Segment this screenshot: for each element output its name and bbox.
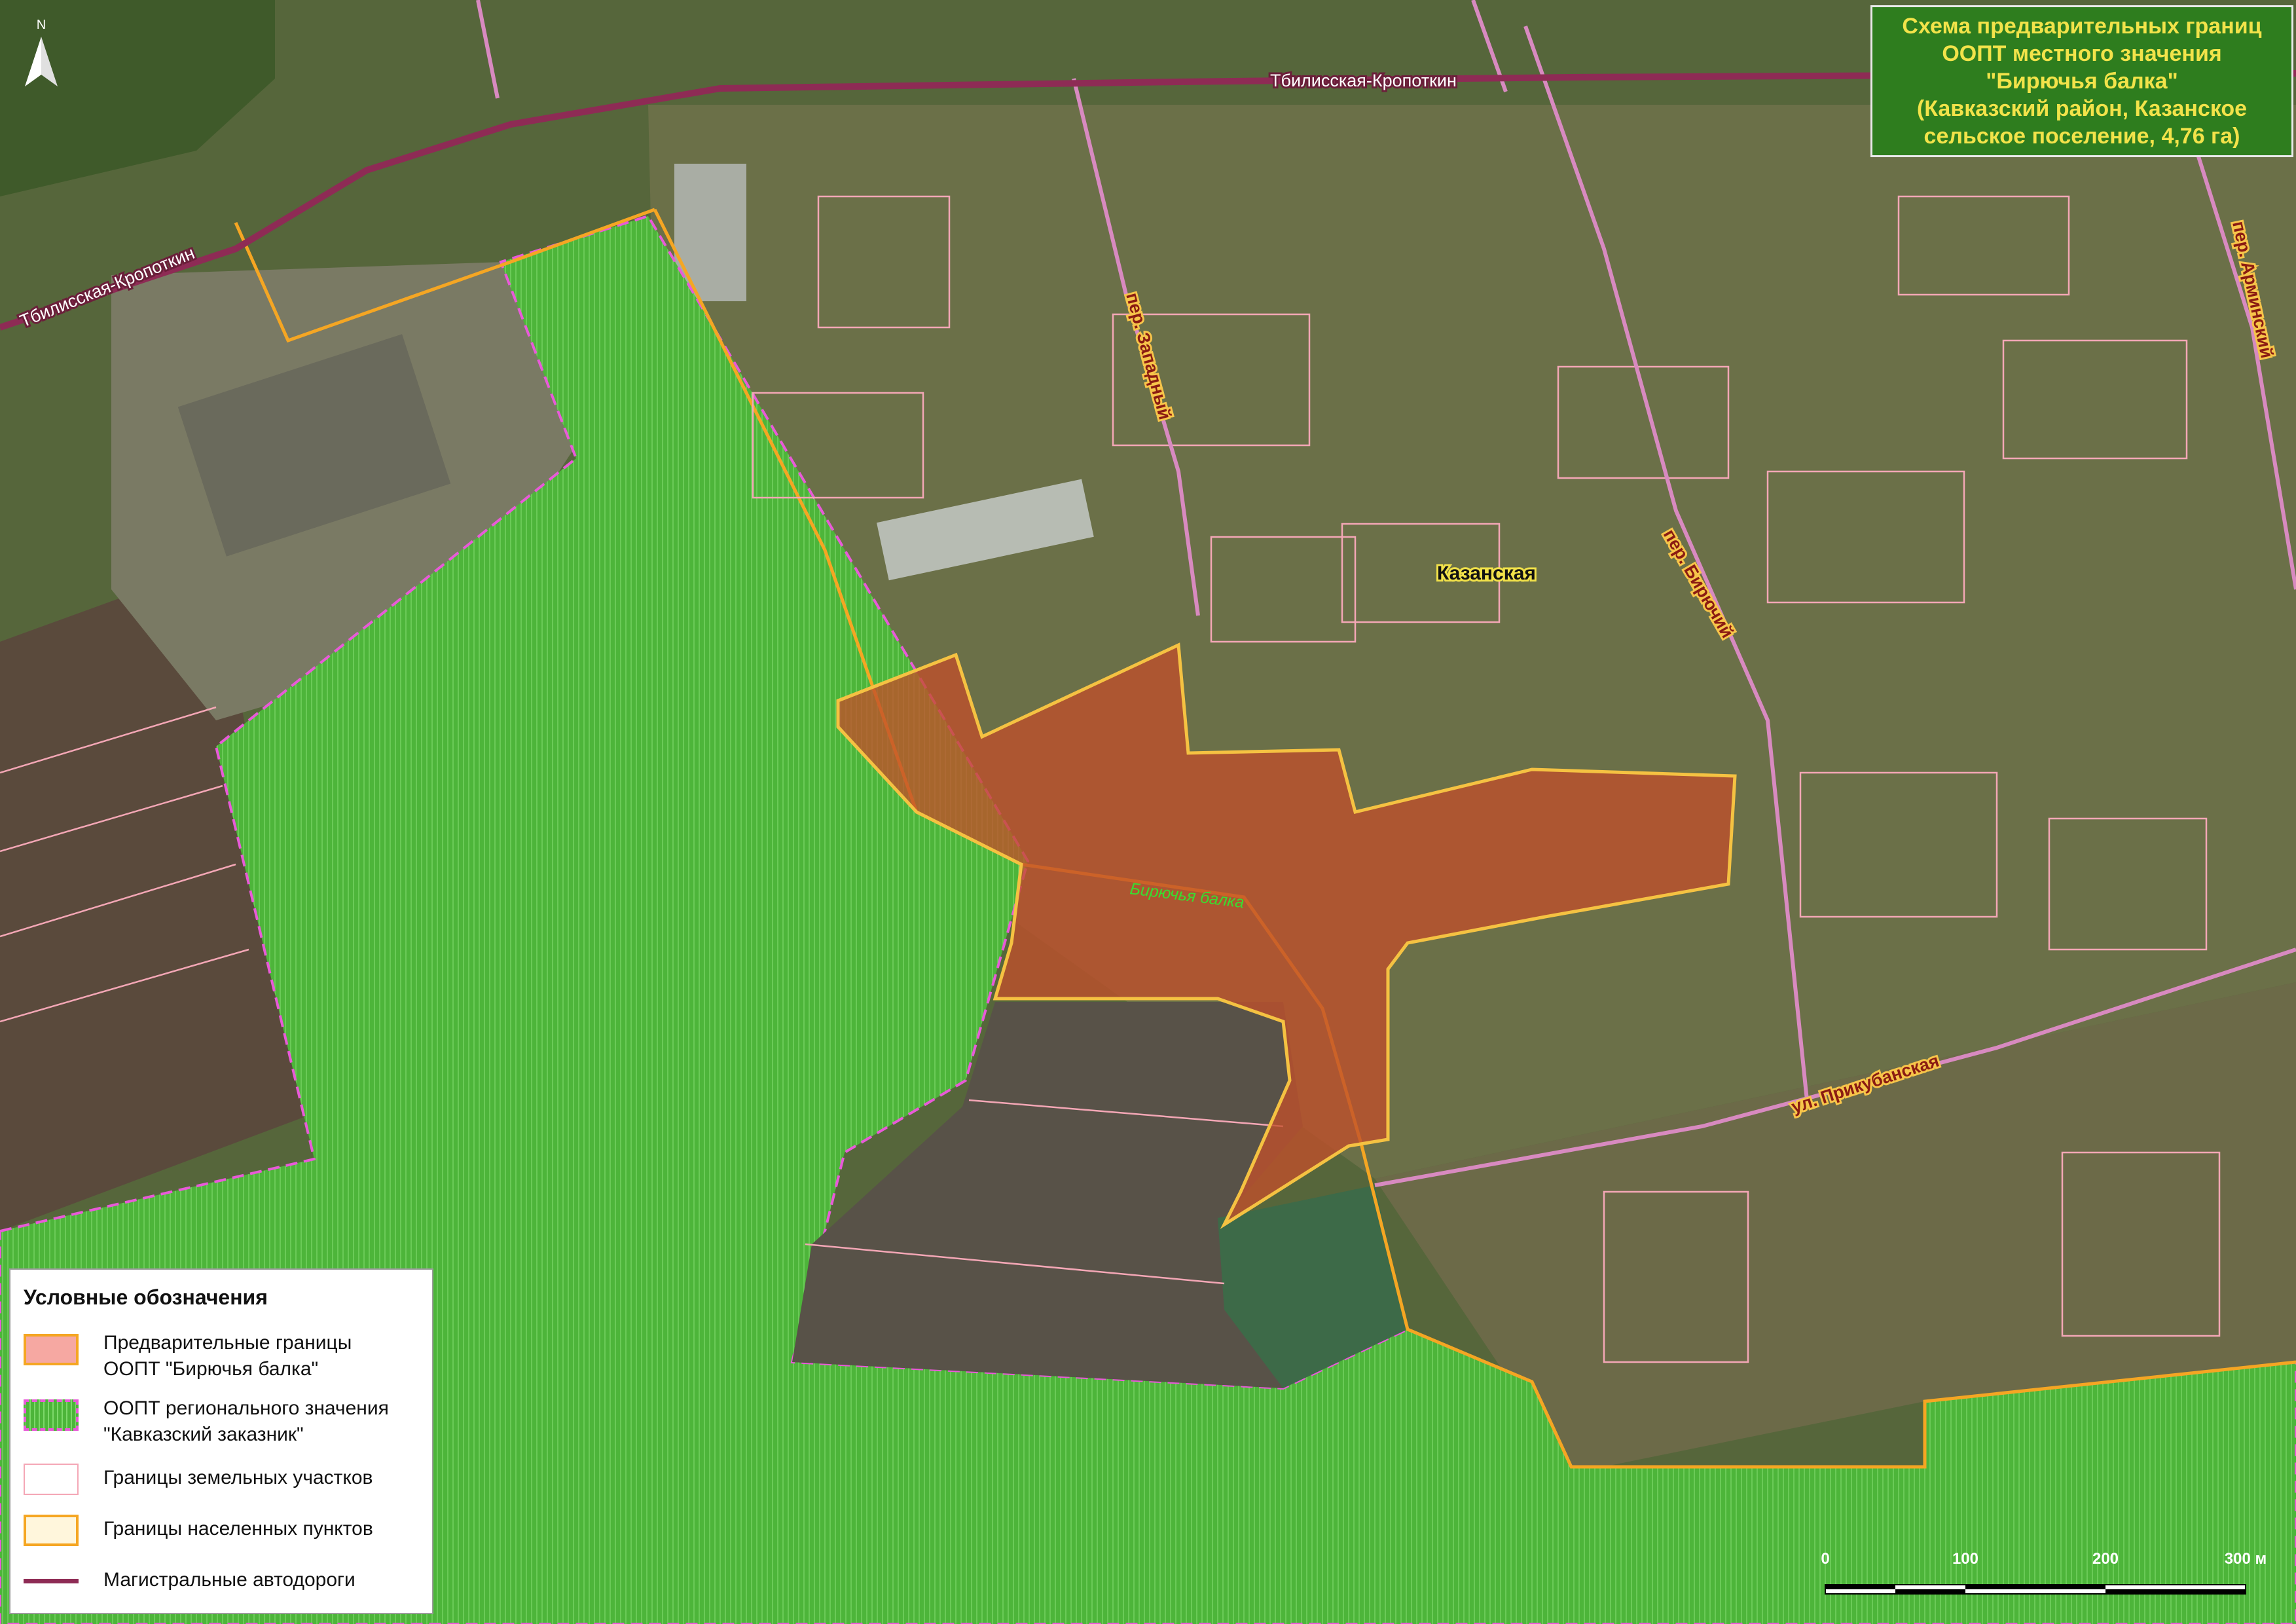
legend-item-oopt-local: Предварительные границы ООПТ "Бирючья ба…: [24, 1330, 429, 1389]
scale-seg-3: [1965, 1585, 2105, 1589]
legend-item-parcels: Границы земельных участков: [24, 1460, 429, 1519]
label-village: Казанская: [1437, 563, 1536, 584]
title-line-4: (Кавказский район, Казанское: [1916, 96, 2248, 121]
scale-tick-0: 0: [1821, 1551, 1829, 1568]
label-road-main-1: Тбилисская-Кропоткин: [1270, 71, 1457, 90]
north-arrow: N: [12, 9, 71, 94]
swatch-parcels: [24, 1464, 79, 1495]
swatch-oopt-regional: [24, 1399, 79, 1431]
title-line-1: Схема предварительных границ: [1902, 14, 2262, 39]
scale-tick-100: 100: [1952, 1551, 1978, 1568]
legend-title: Условные обозначения: [24, 1285, 268, 1309]
north-arrow-right-half: [41, 37, 58, 86]
swatch-settlement: [24, 1515, 79, 1546]
legend-text-oopt-regional-2: "Кавказский заказник": [103, 1424, 304, 1445]
scale-tick-300: 300 м: [2225, 1551, 2267, 1568]
title-line-2: ООПТ местного значения: [1942, 41, 2222, 66]
legend-text-oopt-regional-1: ООПТ регионального значения: [103, 1397, 389, 1419]
legend-item-oopt-regional: ООПТ регионального значения "Кавказский …: [24, 1395, 429, 1454]
legend-text-oopt-local-1: Предварительные границы: [103, 1332, 352, 1354]
swatch-oopt-local: [24, 1334, 79, 1365]
legend-text-settlement: Границы населенных пунктов: [103, 1518, 373, 1540]
scale-seg-1: [1825, 1585, 1895, 1589]
north-arrow-left-half: [25, 37, 41, 86]
map-title: Схема предварительных границ ООПТ местно…: [1870, 5, 2293, 157]
title-line-5: сельское поселение, 4,76 га): [1923, 124, 2240, 149]
scale-tick-200: 200: [2092, 1551, 2119, 1568]
scale-bar: 0 100 200 300 м: [1813, 1550, 2285, 1603]
scale-seg-2: [1895, 1589, 1965, 1594]
legend-item-settlement: Границы населенных пунктов: [24, 1511, 429, 1570]
north-letter: N: [37, 18, 46, 32]
legend-text-highway: Магистральные автодороги: [103, 1569, 355, 1591]
scale-seg-4: [2105, 1589, 2246, 1594]
legend-text-parcels: Границы земельных участков: [103, 1467, 373, 1488]
legend: Условные обозначения Предварительные гра…: [9, 1268, 433, 1614]
legend-item-highway: Магистральные автодороги: [24, 1562, 429, 1621]
legend-text-oopt-local-2: ООПТ "Бирючья балка": [103, 1358, 319, 1380]
title-line-3: "Бирючья балка": [1986, 69, 2178, 94]
swatch-highway: [24, 1579, 79, 1583]
